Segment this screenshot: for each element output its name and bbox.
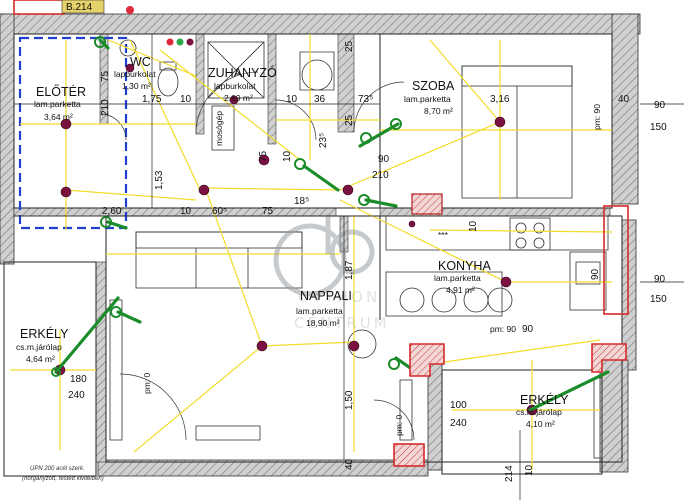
dim-240-b: 240 [450,418,467,429]
dim-23: 23⁵ [318,133,329,148]
room-name-zuhanyzo: ZUHANYZÓ [208,65,277,80]
entrance-zone-outline [18,36,128,230]
dim-75-c: 75 [262,206,274,217]
room-area-szoba: 8,70 m² [424,106,453,116]
dim-175: 1,75 [142,94,162,105]
room-floor-konyha: lam.parketta [434,273,481,283]
dim-75-a: 75 [100,70,111,82]
room-name-szoba: SZOBA [412,79,455,93]
room-name-eloter: ELŐTÉR [36,84,86,99]
dim-90-a: 90 [654,100,666,111]
dim-36: 36 [314,94,326,105]
corner-note-2: (horganyzott, festett kivitelben) [22,476,104,482]
dim-260: 2,60 [102,206,122,217]
dim-150-a: 150 [650,122,667,133]
room-name-erkely-right: ERKÉLY [520,392,569,407]
dim-90-e: 90 [522,324,534,335]
room-area-erkely-left: 4,64 m² [26,354,55,364]
pm-90-konyha: pm: 90 [490,324,516,334]
room-area-eloter: 3,64 m² [44,112,73,122]
dim-10-a: 10 [180,94,192,105]
dim-10-e: 10 [468,220,479,232]
dim-187: 1,87 [344,260,355,280]
dim-180: 180 [70,374,87,385]
room-floor-szoba: lam.parketta [404,94,451,104]
light-fixtures [54,63,538,416]
dim-100: 100 [450,400,467,411]
pm-90-szoba: pm: 90 [592,104,602,130]
room-area-erkely-right: 4,10 m² [526,419,555,429]
dim-10-f: 10 [524,464,535,476]
dim-150-b: 150 [650,294,667,305]
dim-10-c: 10 [282,150,293,162]
room-floor-nappali: lam.parketta [296,306,343,316]
dim-90-c: 90 [378,154,390,165]
distribution-board [411,193,443,215]
room-floor-wc: lapburkolat [114,69,156,79]
dim-10-d: 10 [180,206,192,217]
dim-40: 40 [618,94,630,105]
room-area-nappali: 18,90 m² [306,318,340,328]
corner-note-1: UPN 200 acél szerk. [30,466,85,472]
dim-25-a: 25 [344,40,355,52]
room-name-konyha: KONYHA [438,259,491,273]
room-name-erkely-left: ERKÉLY [20,326,69,341]
dim-605: 60⁵ [212,206,227,217]
washing-machine-label: mosógép [214,111,224,146]
room-area-zuhanyzo: 2,89 m² [224,93,253,103]
room-floor-erkely-left: cs.m.járólap [16,342,62,352]
room-name-wc: WC [130,55,151,69]
room-area-wc: 1,30 m² [122,81,151,91]
room-floor-zuhanyzo: lapburkolat [214,81,256,91]
bath-sink [299,51,335,91]
kitchen-counter [385,215,609,251]
kitchen-mark: *** [438,230,449,240]
dim-150: 1,50 [344,390,355,410]
tv-unit [195,425,261,441]
dim-40-b: 40 [344,458,355,470]
toilet [157,67,179,97]
dim-210-b: 210 [372,170,389,181]
pm-0-right: pm: 0 [394,414,404,436]
unit-tag: B.214 [66,2,93,13]
room-floor-erkely-right: cs.m.járólap [516,407,562,417]
dim-90-d: 90 [590,268,601,280]
pm-0-left: pm: 0 [142,372,152,394]
dim-90-b: 90 [654,274,666,285]
dim-73: 73⁵ [358,94,373,105]
dim-185: 18⁵ [294,196,309,207]
dim-210-a: 210 [100,99,111,116]
dim-316: 3,16 [490,94,510,105]
floor-plan: OTTHON CENTRUM B.214 ELŐTÉR lam.parketta… [0,0,684,500]
dim-10-b: 10 [286,94,298,105]
dim-75-b: 75 [258,150,269,162]
dim-240-a: 240 [68,390,85,401]
dim-153: 1,53 [154,170,165,190]
room-area-konyha: 4,91 m² [446,285,475,295]
dim-214: 214 [504,465,515,482]
dim-25-b: 25 [344,114,355,126]
